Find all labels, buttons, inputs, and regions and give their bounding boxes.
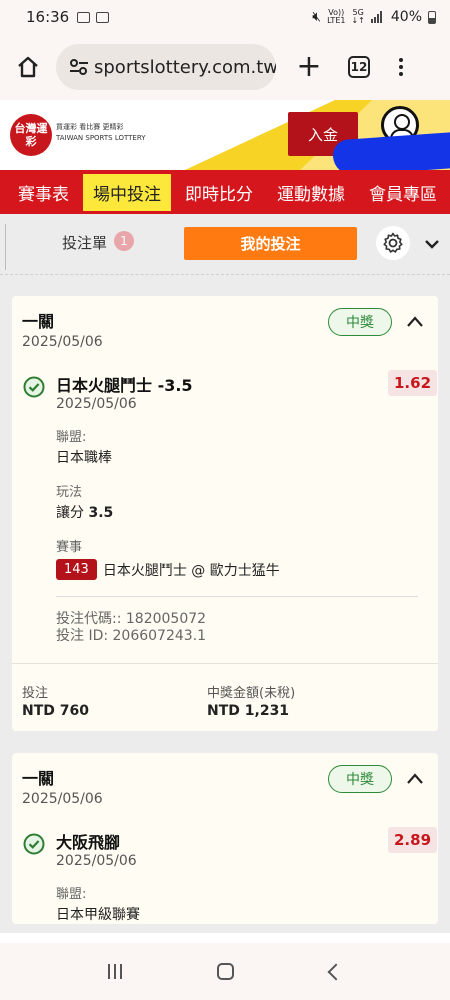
recent-apps-button[interactable] (107, 964, 122, 979)
stake-label: 投注 (22, 686, 49, 701)
new-tab-button[interactable]: + (296, 52, 322, 82)
selection-date: 2025/05/06 (56, 853, 137, 869)
stake-value: NTD 760 (22, 703, 89, 719)
betslip-tab[interactable]: 投注單 (62, 232, 107, 253)
clock: 16:36 (26, 8, 70, 26)
selection: 日本火腿鬥士 -3.5 2025/05/06 1.62 聯盟: 日本職棒 玩法 … (12, 358, 438, 663)
bet-code: 投注代碼:: 182005072 (56, 611, 207, 627)
home-nav-button[interactable] (217, 963, 235, 980)
logo-tagline: 買運彩 看比賽 更精彩 TAIWAN SPORTS LOTTERY (56, 123, 146, 142)
chevron-up-icon[interactable] (404, 769, 426, 789)
check-circle-icon (23, 376, 45, 398)
bet-codes: 投注代碼:: 182005072 投注 ID: 206607243.1 (56, 611, 428, 663)
signal-icon (370, 11, 385, 23)
battery-icon (428, 10, 436, 24)
nav-sports-stats[interactable]: 運動數據 (267, 174, 355, 211)
payout-value: NTD 1,231 (207, 703, 290, 719)
bet-card-footer: 投注 NTD 760 中獎金額(未稅) NTD 1,231 (12, 663, 438, 731)
event-number: 143 (56, 559, 97, 580)
event-row: 143 日本火腿鬥士 @ 歐力士猛牛 (56, 559, 428, 580)
tune-icon[interactable] (68, 56, 90, 78)
league-value: 日本甲級聯賽 (56, 907, 140, 923)
selection-name: 日本火腿鬥士 -3.5 (56, 376, 193, 395)
url-text: sportslottery.com.tw (94, 56, 276, 78)
market-value: 讓分 3.5 (56, 505, 114, 521)
league-label: 聯盟: (56, 887, 87, 902)
5g-icon: 5G ↓↑ (351, 8, 365, 25)
tab-switcher-button[interactable]: 12 (348, 56, 370, 78)
check-circle-icon (23, 833, 45, 855)
system-navigation-bar (0, 943, 450, 1000)
back-button[interactable] (327, 963, 345, 980)
betslip-count-badge: 1 (114, 231, 134, 251)
odds-value: 2.89 (388, 827, 438, 853)
main-nav: 賽事表 場中投注 即時比分 運動數據 會員專區 (0, 170, 450, 214)
betslip-toolbar: 投注單 1 我的投注 (0, 214, 450, 274)
payout-label: 中獎金額(未稅) (207, 686, 296, 701)
nav-live-scores[interactable]: 即時比分 (175, 174, 263, 211)
volte-icon: Vo)) LTE1 (327, 8, 346, 25)
odds-value: 1.62 (388, 370, 438, 396)
bet-card-header[interactable]: 一關 2025/05/06 中獎 (12, 296, 438, 358)
address-bar[interactable]: sportslottery.com.tw (56, 44, 276, 90)
bet-card: 一關 2025/05/06 中獎 大阪飛腳 2025/05/06 2.89 聯盟… (12, 753, 438, 924)
browser-toolbar: sportslottery.com.tw + 12 (0, 34, 450, 100)
plus-icon: + (296, 49, 322, 84)
bet-card-header[interactable]: 一關 2025/05/06 中獎 (12, 753, 438, 815)
bet-card: 一關 2025/05/06 中獎 日本火腿鬥士 -3.5 2025/05/06 … (12, 296, 438, 731)
league-value: 日本職棒 (56, 450, 112, 466)
nav-member-area[interactable]: 會員專區 (359, 174, 447, 211)
selection: 大阪飛腳 2025/05/06 2.89 聯盟: 日本甲級聯賽 (12, 815, 438, 924)
site-header: 台灣運彩 買運彩 看比賽 更精彩 TAIWAN SPORTS LOTTERY 入… (0, 100, 450, 170)
battery-level: 40% (390, 9, 422, 25)
status-badge: 中獎 (328, 308, 392, 336)
gear-icon (383, 232, 403, 253)
my-bets-list: 一關 2025/05/06 中獎 日本火腿鬥士 -3.5 2025/05/06 … (0, 274, 450, 933)
event-name: 日本火腿鬥士 @ 歐力士猛牛 (102, 562, 280, 579)
selection-date: 2025/05/06 (56, 396, 137, 412)
status-bar: 16:36 🔇︎ Vo)) LTE1 5G ↓↑ 40% (0, 0, 450, 34)
nav-live-betting[interactable]: 場中投注 (83, 173, 171, 211)
divider (56, 596, 418, 597)
more-vert-icon[interactable] (396, 58, 406, 76)
home-icon (18, 56, 38, 78)
market-label: 玩法 (56, 485, 83, 500)
settings-button[interactable] (376, 226, 410, 260)
gallery-notification-icon (77, 11, 91, 23)
bet-date: 2025/05/06 (22, 334, 103, 350)
check-notification-icon (96, 11, 110, 23)
chevron-down-icon[interactable] (422, 234, 442, 254)
chevron-up-icon[interactable] (404, 312, 426, 332)
mute-icon: 🔇︎ (312, 9, 322, 25)
nav-schedule[interactable]: 賽事表 (8, 174, 79, 211)
status-badge: 中獎 (328, 765, 392, 793)
event-label: 賽事 (56, 540, 83, 555)
site-logo[interactable]: 台灣運彩 (10, 114, 52, 156)
my-bets-button[interactable]: 我的投注 (184, 227, 357, 260)
home-button[interactable] (10, 49, 46, 85)
bet-id: 投注 ID: 206607243.1 (56, 628, 207, 644)
league-label: 聯盟: (56, 430, 87, 445)
selection-name: 大阪飛腳 (56, 833, 121, 852)
bet-date: 2025/05/06 (22, 791, 103, 807)
